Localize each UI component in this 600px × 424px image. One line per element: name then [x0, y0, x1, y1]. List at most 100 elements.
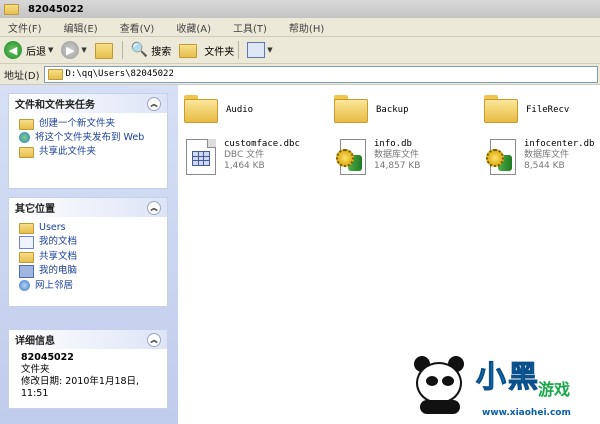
- panda-mascot-icon: [410, 354, 470, 414]
- menu-help[interactable]: 帮助(H): [289, 20, 324, 35]
- toolbar-divider: [121, 41, 123, 59]
- folder-icon: [4, 4, 19, 15]
- other-places-header[interactable]: 其它位置 ︽: [9, 198, 167, 217]
- other-places-panel: 其它位置 ︽ Users 我的文档 共享文档 我的电脑 网上邻居: [8, 197, 168, 307]
- place-label: 我的电脑: [39, 265, 78, 276]
- place-label: 网上邻居: [35, 280, 74, 291]
- details-modified: 修改日期: 2010年1月18日, 11:51: [21, 376, 140, 399]
- folder-icon: [179, 43, 198, 58]
- file-name: infocenter.db: [524, 139, 595, 149]
- watermark-logo: 小黑 游戏 www.xiaohei.com: [410, 348, 600, 424]
- folder-icon: [484, 95, 518, 123]
- file-name: info.db: [374, 139, 412, 149]
- other-places-title: 其它位置: [15, 204, 55, 215]
- place-my-documents[interactable]: 我的文档: [19, 236, 159, 249]
- task-label: 将这个文件夹发布到 Web: [35, 132, 145, 143]
- details-type: 文件夹: [21, 364, 50, 375]
- folder-icon: [334, 95, 368, 123]
- up-button[interactable]: [94, 42, 118, 59]
- dropdown-arrow-icon[interactable]: ▼: [81, 46, 86, 54]
- watermark-url: www.xiaohei.com: [482, 408, 571, 418]
- back-arrow-icon: ◀: [4, 41, 22, 59]
- place-label: Users: [39, 222, 66, 233]
- folder-icon: [47, 69, 63, 80]
- file-name: Backup: [376, 105, 409, 115]
- file-item[interactable]: infocenter.db 数据库文件 8,544 KB: [486, 139, 594, 175]
- forward-arrow-icon: ▶: [61, 41, 80, 59]
- toolbar: ◀ 后退 ▼ ▶ ▼ 🔍 搜索 文件夹 ▼: [0, 37, 600, 64]
- task-label: 创建一个新文件夹: [39, 118, 116, 129]
- place-label: 共享文档: [39, 251, 78, 262]
- window-title: 82045022: [28, 3, 84, 15]
- file-item[interactable]: customface.dbc DBC 文件 1,464 KB: [186, 139, 300, 175]
- database-file-icon: [486, 139, 516, 175]
- folder-icon: [184, 95, 218, 123]
- task-pane: 文件和文件夹任务 ︽ 创建一个新文件夹 将这个文件夹发布到 Web 共享此文件夹…: [0, 85, 178, 424]
- address-value: D:\qq\Users\82045022: [65, 69, 174, 79]
- file-name: FileRecv: [526, 105, 570, 115]
- new-folder-icon: [19, 119, 34, 130]
- search-button[interactable]: 🔍 搜索: [131, 42, 171, 58]
- collapse-icon[interactable]: ︽: [147, 200, 161, 215]
- place-users[interactable]: Users: [19, 222, 159, 234]
- dropdown-arrow-icon[interactable]: ▼: [48, 46, 53, 54]
- computer-icon: [19, 265, 34, 278]
- file-name: customface.dbc: [224, 139, 300, 149]
- file-item[interactable]: FileRecv: [484, 95, 569, 123]
- toolbar-divider: [238, 41, 240, 59]
- place-shared-documents[interactable]: 共享文档: [19, 251, 159, 263]
- file-size: 14,857 KB: [374, 161, 421, 171]
- menu-file[interactable]: 文件(F): [8, 20, 42, 35]
- folders-button[interactable]: 文件夹: [179, 43, 234, 58]
- dbc-file-icon: [186, 139, 216, 175]
- details-panel: 详细信息 ︽ 82045022 文件夹 修改日期: 2010年1月18日, 11…: [8, 329, 168, 409]
- views-button[interactable]: ▼: [247, 42, 273, 58]
- search-icon: 🔍: [130, 42, 149, 58]
- file-size: 1,464 KB: [224, 161, 265, 171]
- file-item[interactable]: info.db 数据库文件 14,857 KB: [336, 139, 420, 175]
- watermark-subtext: 游戏: [538, 380, 571, 399]
- task-label: 共享此文件夹: [39, 146, 97, 157]
- watermark-text: 小黑: [476, 360, 540, 396]
- file-size: 8,544 KB: [524, 161, 565, 171]
- details-header[interactable]: 详细信息 ︽: [9, 330, 167, 349]
- task-publish-web[interactable]: 将这个文件夹发布到 Web: [19, 132, 159, 144]
- file-tasks-title: 文件和文件夹任务: [15, 100, 95, 111]
- views-icon: [247, 42, 266, 58]
- globe-icon: [19, 132, 30, 143]
- address-bar: 地址(D) D:\qq\Users\82045022: [0, 64, 600, 85]
- file-tasks-panel: 文件和文件夹任务 ︽ 创建一个新文件夹 将这个文件夹发布到 Web 共享此文件夹: [8, 93, 168, 189]
- file-item[interactable]: Audio: [184, 95, 253, 123]
- file-item[interactable]: Backup: [334, 95, 409, 123]
- collapse-icon[interactable]: ︽: [147, 96, 161, 111]
- menu-tools[interactable]: 工具(T): [233, 20, 267, 35]
- back-label: 后退: [26, 46, 46, 58]
- task-new-folder[interactable]: 创建一个新文件夹: [19, 118, 159, 130]
- file-type: 数据库文件: [524, 150, 570, 160]
- folder-up-icon: [94, 42, 113, 59]
- menu-view[interactable]: 查看(V): [120, 20, 155, 35]
- title-bar: 82045022: [0, 0, 600, 19]
- folders-label: 文件夹: [204, 46, 235, 58]
- place-network[interactable]: 网上邻居: [19, 280, 159, 292]
- task-share-folder[interactable]: 共享此文件夹: [19, 146, 159, 158]
- menu-bar: 文件(F) 编辑(E) 查看(V) 收藏(A) 工具(T) 帮助(H): [0, 18, 600, 37]
- dropdown-arrow-icon: ▼: [267, 46, 273, 54]
- shared-folder-icon: [19, 147, 34, 158]
- search-label: 搜索: [151, 46, 172, 58]
- address-label: 地址(D): [4, 70, 40, 82]
- address-input[interactable]: D:\qq\Users\82045022: [43, 65, 598, 83]
- details-name: 82045022: [21, 352, 74, 363]
- network-icon: [19, 280, 30, 291]
- folder-icon: [19, 252, 34, 263]
- place-label: 我的文档: [39, 236, 78, 247]
- forward-button[interactable]: ▶ ▼: [61, 41, 87, 59]
- file-tasks-header[interactable]: 文件和文件夹任务 ︽: [9, 94, 167, 113]
- documents-icon: [19, 236, 34, 249]
- menu-edit[interactable]: 编辑(E): [64, 20, 98, 35]
- place-my-computer[interactable]: 我的电脑: [19, 265, 159, 278]
- menu-favorites[interactable]: 收藏(A): [176, 20, 211, 35]
- back-button[interactable]: ◀ 后退 ▼: [4, 41, 53, 59]
- file-type: 数据库文件: [374, 150, 420, 160]
- collapse-icon[interactable]: ︽: [147, 332, 161, 347]
